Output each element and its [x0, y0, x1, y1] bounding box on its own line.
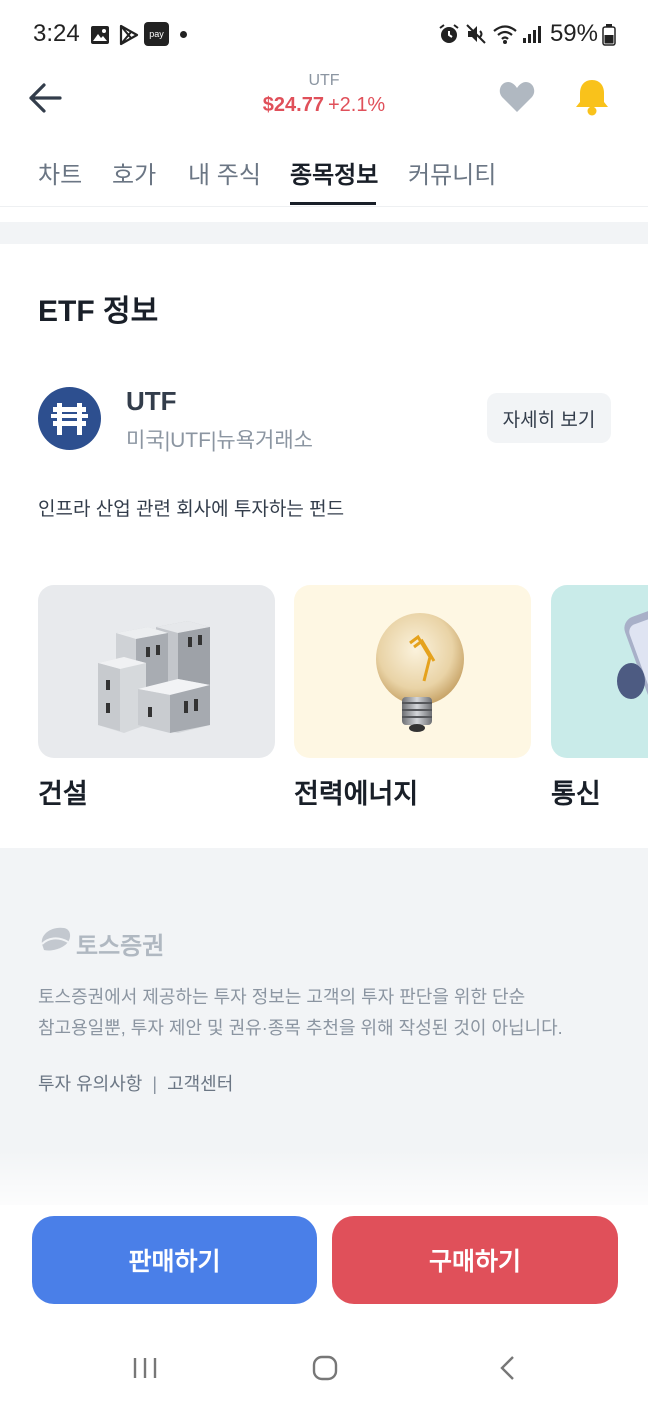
tab-orderbook[interactable]: 호가 — [112, 155, 156, 190]
fund-logo-icon — [38, 387, 101, 450]
category-label-power-energy: 전력에너지 — [294, 779, 419, 809]
fund-description: 인프라 산업 관련 회사에 투자하는 펀드 — [38, 499, 345, 520]
tab-bar: 차트 호가 내 주식 종목정보 커뮤니티 — [0, 150, 648, 207]
investment-notice-link[interactable]: 투자 유의사항 — [38, 1074, 142, 1094]
current-price: $24.77 — [262, 94, 324, 116]
category-label-telecom: 통신 — [551, 779, 601, 809]
brand-name: 토스증권 — [76, 933, 165, 960]
tab-community[interactable]: 커뮤니티 — [408, 155, 496, 190]
category-label-construction: 건설 — [38, 779, 88, 809]
customer-center-link[interactable]: 고객센터 — [167, 1074, 233, 1094]
home-icon[interactable] — [311, 1354, 339, 1382]
footer-links: 투자 유의사항 | 고객센터 — [38, 1070, 233, 1096]
wifi-icon — [493, 25, 517, 44]
section-title: ETF 정보 — [38, 295, 159, 328]
status-time: 3:24 — [33, 20, 80, 47]
bell-icon[interactable] — [574, 77, 610, 117]
section-divider — [0, 222, 648, 244]
tab-chart[interactable]: 차트 — [38, 155, 82, 190]
buy-button[interactable]: 구매하기 — [332, 1216, 618, 1304]
price-line: $24.77 +2.1% — [0, 94, 648, 117]
view-details-button[interactable]: 자세히 보기 — [487, 393, 611, 443]
active-tab-indicator — [290, 202, 376, 205]
pay-app-icon: pay — [144, 22, 169, 46]
pay-label: pay — [149, 29, 164, 39]
gallery-icon — [91, 26, 109, 44]
system-back-icon[interactable] — [496, 1354, 520, 1382]
fund-meta: 미국|UTF|뉴욕거래소 — [126, 429, 313, 452]
alarm-icon — [439, 24, 459, 43]
fund-name: UTF — [126, 386, 177, 416]
top-app-bar: UTF $24.77 +2.1% — [0, 64, 648, 134]
ticker-title: UTF — [308, 72, 340, 89]
tab-my-stock[interactable]: 내 주식 — [188, 155, 261, 190]
lightbulb-icon — [376, 613, 464, 732]
battery-icon — [602, 24, 616, 46]
phone-icon — [617, 603, 648, 703]
recent-apps-icon[interactable] — [130, 1354, 160, 1382]
category-card-power-energy[interactable] — [294, 585, 531, 758]
tab-stock-info[interactable]: 종목정보 — [290, 155, 378, 190]
disclaimer-line-1: 토스증권에서 제공하는 투자 정보는 고객의 투자 판단을 위한 단순 — [38, 987, 526, 1007]
heart-icon[interactable] — [498, 80, 536, 114]
sell-button[interactable]: 판매하기 — [32, 1216, 317, 1304]
notification-dot-icon — [180, 31, 187, 38]
category-card-construction[interactable] — [38, 585, 275, 758]
status-bar: 3:24 pay 59% — [0, 0, 648, 64]
battery-percent: 59% — [549, 20, 598, 47]
category-card-telecom[interactable] — [551, 585, 648, 758]
system-nav-bar — [0, 1330, 648, 1404]
play-store-icon — [119, 24, 139, 46]
signal-icon — [523, 26, 541, 43]
disclaimer-line-2: 참고용일뿐, 투자 제안 및 권유·종목 추천을 위해 작성된 것이 아닙니다. — [38, 1018, 563, 1038]
disclaimer-text: 토스증권에서 제공하는 투자 정보는 고객의 투자 판단을 위한 단순 참고용일… — [38, 982, 618, 1044]
toss-logo-icon — [41, 927, 71, 951]
buildings-icon — [98, 621, 210, 733]
price-change: +2.1% — [327, 94, 386, 116]
footer-separator: | — [152, 1074, 158, 1094]
mute-icon — [466, 24, 486, 44]
